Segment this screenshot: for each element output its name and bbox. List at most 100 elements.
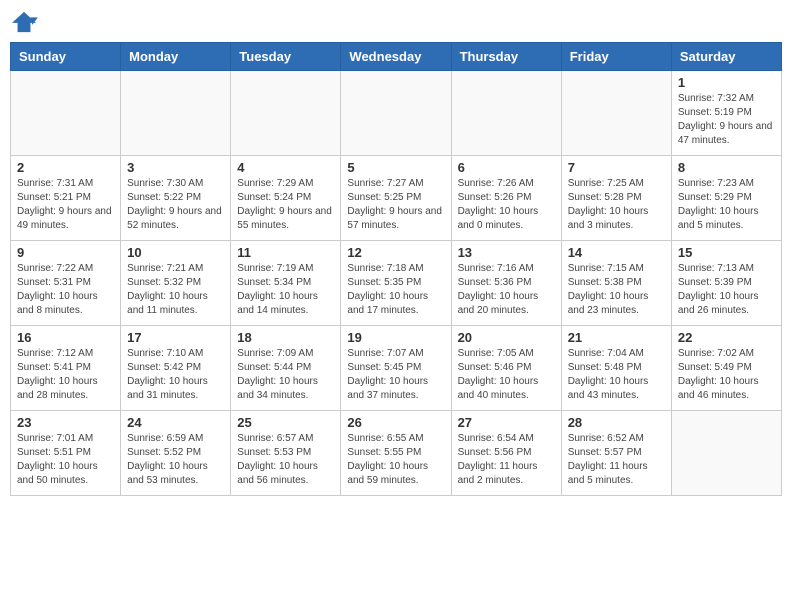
weekday-header-tuesday: Tuesday bbox=[231, 43, 341, 71]
logo bbox=[10, 10, 42, 34]
calendar-cell: 19 Sunrise: 7:07 AM Sunset: 5:45 PM Dayli… bbox=[341, 326, 451, 411]
day-info: Sunrise: 7:09 AM Sunset: 5:44 PM Dayligh… bbox=[237, 347, 334, 403]
week-row-3: 16 Sunrise: 7:12 AM Sunset: 5:41 PM Dayli… bbox=[11, 326, 782, 411]
day-number: 16 bbox=[17, 330, 114, 345]
calendar-cell: 1 Sunrise: 7:32 AM Sunset: 5:19 PM Daylig… bbox=[671, 71, 781, 156]
weekday-header-saturday: Saturday bbox=[671, 43, 781, 71]
day-number: 22 bbox=[678, 330, 775, 345]
day-info: Sunrise: 7:07 AM Sunset: 5:45 PM Dayligh… bbox=[347, 347, 444, 403]
calendar-cell bbox=[121, 71, 231, 156]
day-number: 17 bbox=[127, 330, 224, 345]
calendar-cell: 15 Sunrise: 7:13 AM Sunset: 5:39 PM Dayli… bbox=[671, 241, 781, 326]
day-number: 10 bbox=[127, 245, 224, 260]
calendar-cell bbox=[451, 71, 561, 156]
day-number: 1 bbox=[678, 75, 775, 90]
calendar-cell: 5Sunrise: 7:27 AM Sunset: 5:25 PM Daylig… bbox=[341, 156, 451, 241]
day-info: Sunrise: 7:31 AM Sunset: 5:21 PM Dayligh… bbox=[17, 177, 114, 233]
weekday-header-monday: Monday bbox=[121, 43, 231, 71]
day-number: 7 bbox=[568, 160, 665, 175]
day-number: 26 bbox=[347, 415, 444, 430]
calendar-header: SundayMondayTuesdayWednesdayThursdayFrid… bbox=[11, 43, 782, 71]
day-number: 12 bbox=[347, 245, 444, 260]
day-number: 15 bbox=[678, 245, 775, 260]
calendar-cell: 2 Sunrise: 7:31 AM Sunset: 5:21 PM Daylig… bbox=[11, 156, 121, 241]
week-row-0: 1 Sunrise: 7:32 AM Sunset: 5:19 PM Daylig… bbox=[11, 71, 782, 156]
day-number: 3 bbox=[127, 160, 224, 175]
calendar-cell bbox=[231, 71, 341, 156]
day-info: Sunrise: 7:30 AM Sunset: 5:22 PM Dayligh… bbox=[127, 177, 224, 233]
day-number: 4 bbox=[237, 160, 334, 175]
day-number: 13 bbox=[458, 245, 555, 260]
day-info: Sunrise: 6:52 AM Sunset: 5:57 PM Dayligh… bbox=[568, 432, 665, 488]
calendar-cell bbox=[561, 71, 671, 156]
day-info: Sunrise: 7:23 AM Sunset: 5:29 PM Dayligh… bbox=[678, 177, 775, 233]
day-info: Sunrise: 7:02 AM Sunset: 5:49 PM Dayligh… bbox=[678, 347, 775, 403]
day-info: Sunrise: 6:57 AM Sunset: 5:53 PM Dayligh… bbox=[237, 432, 334, 488]
calendar-cell: 20 Sunrise: 7:05 AM Sunset: 5:46 PM Dayli… bbox=[451, 326, 561, 411]
day-number: 11 bbox=[237, 245, 334, 260]
day-info: Sunrise: 7:21 AM Sunset: 5:32 PM Dayligh… bbox=[127, 262, 224, 318]
calendar-table: SundayMondayTuesdayWednesdayThursdayFrid… bbox=[10, 42, 782, 496]
calendar-cell bbox=[11, 71, 121, 156]
calendar-cell: 8 Sunrise: 7:23 AM Sunset: 5:29 PM Daylig… bbox=[671, 156, 781, 241]
calendar-cell: 13Sunrise: 7:16 AM Sunset: 5:36 PM Dayli… bbox=[451, 241, 561, 326]
calendar-cell: 23 Sunrise: 7:01 AM Sunset: 5:51 PM Dayli… bbox=[11, 411, 121, 496]
day-info: Sunrise: 7:01 AM Sunset: 5:51 PM Dayligh… bbox=[17, 432, 114, 488]
day-number: 20 bbox=[458, 330, 555, 345]
day-number: 19 bbox=[347, 330, 444, 345]
calendar-cell: 26Sunrise: 6:55 AM Sunset: 5:55 PM Dayli… bbox=[341, 411, 451, 496]
day-number: 6 bbox=[458, 160, 555, 175]
calendar-cell bbox=[341, 71, 451, 156]
day-number: 18 bbox=[237, 330, 334, 345]
weekday-header-wednesday: Wednesday bbox=[341, 43, 451, 71]
day-number: 5 bbox=[347, 160, 444, 175]
day-info: Sunrise: 7:13 AM Sunset: 5:39 PM Dayligh… bbox=[678, 262, 775, 318]
day-info: Sunrise: 7:26 AM Sunset: 5:26 PM Dayligh… bbox=[458, 177, 555, 233]
weekday-header-friday: Friday bbox=[561, 43, 671, 71]
day-info: Sunrise: 7:22 AM Sunset: 5:31 PM Dayligh… bbox=[17, 262, 114, 318]
calendar-cell: 21 Sunrise: 7:04 AM Sunset: 5:48 PM Dayli… bbox=[561, 326, 671, 411]
calendar-cell bbox=[671, 411, 781, 496]
day-number: 27 bbox=[458, 415, 555, 430]
calendar-cell: 10 Sunrise: 7:21 AM Sunset: 5:32 PM Dayli… bbox=[121, 241, 231, 326]
day-number: 23 bbox=[17, 415, 114, 430]
calendar-cell: 9Sunrise: 7:22 AM Sunset: 5:31 PM Daylig… bbox=[11, 241, 121, 326]
calendar-cell: 3 Sunrise: 7:30 AM Sunset: 5:22 PM Daylig… bbox=[121, 156, 231, 241]
day-info: Sunrise: 7:10 AM Sunset: 5:42 PM Dayligh… bbox=[127, 347, 224, 403]
calendar-cell: 11 Sunrise: 7:19 AM Sunset: 5:34 PM Dayli… bbox=[231, 241, 341, 326]
day-info: Sunrise: 7:29 AM Sunset: 5:24 PM Dayligh… bbox=[237, 177, 334, 233]
week-row-4: 23 Sunrise: 7:01 AM Sunset: 5:51 PM Dayli… bbox=[11, 411, 782, 496]
weekday-header-sunday: Sunday bbox=[11, 43, 121, 71]
calendar-cell: 6 Sunrise: 7:26 AM Sunset: 5:26 PM Daylig… bbox=[451, 156, 561, 241]
weekday-header-thursday: Thursday bbox=[451, 43, 561, 71]
calendar-cell: 7Sunrise: 7:25 AM Sunset: 5:28 PM Daylig… bbox=[561, 156, 671, 241]
calendar-cell: 14Sunrise: 7:15 AM Sunset: 5:38 PM Dayli… bbox=[561, 241, 671, 326]
day-number: 28 bbox=[568, 415, 665, 430]
day-number: 2 bbox=[17, 160, 114, 175]
day-info: Sunrise: 7:15 AM Sunset: 5:38 PM Dayligh… bbox=[568, 262, 665, 318]
day-number: 21 bbox=[568, 330, 665, 345]
page-header bbox=[10, 10, 782, 34]
week-row-1: 2 Sunrise: 7:31 AM Sunset: 5:21 PM Daylig… bbox=[11, 156, 782, 241]
day-info: Sunrise: 7:19 AM Sunset: 5:34 PM Dayligh… bbox=[237, 262, 334, 318]
calendar-body: 1 Sunrise: 7:32 AM Sunset: 5:19 PM Daylig… bbox=[11, 71, 782, 496]
calendar-cell: 12 Sunrise: 7:18 AM Sunset: 5:35 PM Dayli… bbox=[341, 241, 451, 326]
calendar-cell: 25Sunrise: 6:57 AM Sunset: 5:53 PM Dayli… bbox=[231, 411, 341, 496]
calendar-cell: 22 Sunrise: 7:02 AM Sunset: 5:49 PM Dayli… bbox=[671, 326, 781, 411]
logo-icon bbox=[10, 10, 38, 34]
day-info: Sunrise: 7:18 AM Sunset: 5:35 PM Dayligh… bbox=[347, 262, 444, 318]
day-number: 24 bbox=[127, 415, 224, 430]
day-info: Sunrise: 7:32 AM Sunset: 5:19 PM Dayligh… bbox=[678, 92, 775, 148]
day-number: 8 bbox=[678, 160, 775, 175]
calendar-cell: 28 Sunrise: 6:52 AM Sunset: 5:57 PM Dayli… bbox=[561, 411, 671, 496]
calendar-cell: 24Sunrise: 6:59 AM Sunset: 5:52 PM Dayli… bbox=[121, 411, 231, 496]
calendar-cell: 17 Sunrise: 7:10 AM Sunset: 5:42 PM Dayli… bbox=[121, 326, 231, 411]
day-info: Sunrise: 6:54 AM Sunset: 5:56 PM Dayligh… bbox=[458, 432, 555, 488]
calendar-cell: 4 Sunrise: 7:29 AM Sunset: 5:24 PM Daylig… bbox=[231, 156, 341, 241]
calendar-cell: 27 Sunrise: 6:54 AM Sunset: 5:56 PM Dayli… bbox=[451, 411, 561, 496]
weekday-header-row: SundayMondayTuesdayWednesdayThursdayFrid… bbox=[11, 43, 782, 71]
week-row-2: 9Sunrise: 7:22 AM Sunset: 5:31 PM Daylig… bbox=[11, 241, 782, 326]
day-info: Sunrise: 7:12 AM Sunset: 5:41 PM Dayligh… bbox=[17, 347, 114, 403]
day-info: Sunrise: 7:04 AM Sunset: 5:48 PM Dayligh… bbox=[568, 347, 665, 403]
day-info: Sunrise: 7:05 AM Sunset: 5:46 PM Dayligh… bbox=[458, 347, 555, 403]
